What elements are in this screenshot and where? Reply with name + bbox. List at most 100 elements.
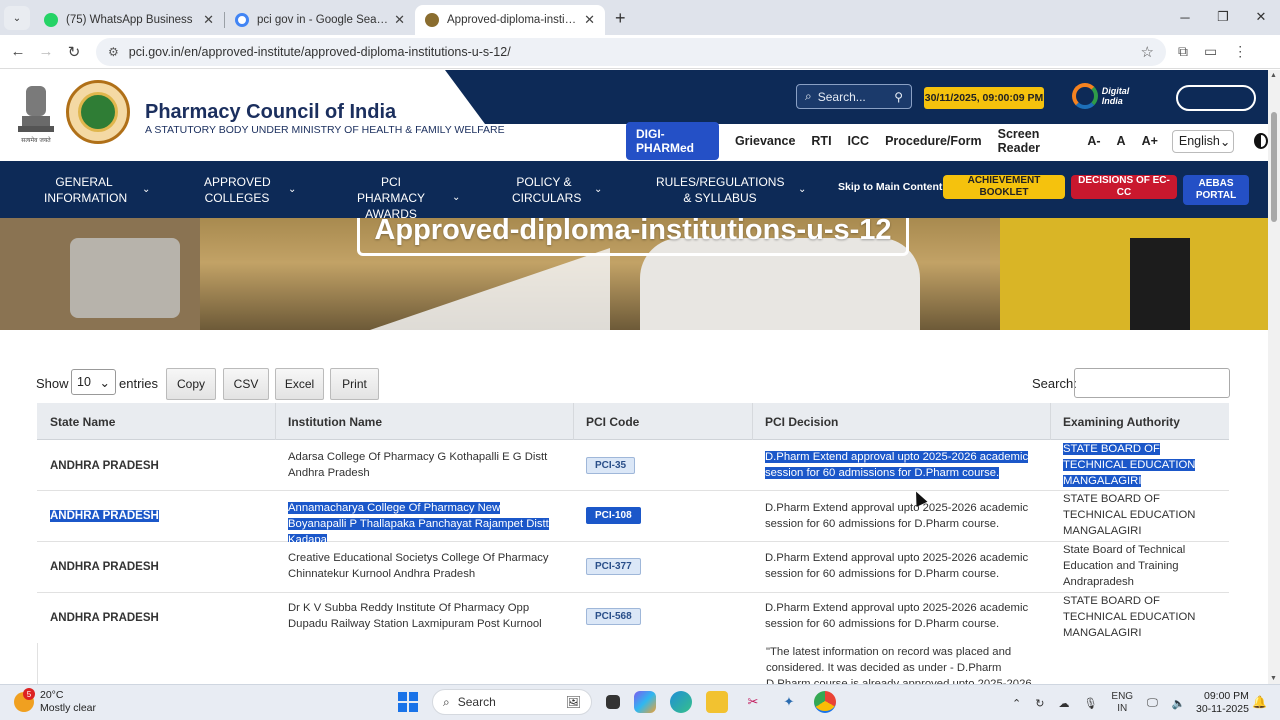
scroll-up-icon[interactable]: ▲ xyxy=(1270,72,1277,79)
microphone-icon[interactable]: 🎙 xyxy=(1083,697,1097,710)
weather-badge: 5 xyxy=(23,688,35,700)
close-window-icon[interactable]: ✕ xyxy=(1242,0,1280,34)
site-title: Pharmacy Council of India xyxy=(145,101,397,123)
digi-pharmed-button[interactable]: DIGI-PHARMed xyxy=(626,122,719,160)
close-icon[interactable]: ✕ xyxy=(203,12,214,28)
lang-bottom: IN xyxy=(1117,703,1128,714)
grievance-link[interactable]: Grievance xyxy=(735,134,795,148)
nav-policy-circulars[interactable]: POLICY & CIRCULARS ⌄ xyxy=(512,174,602,206)
icc-link[interactable]: ICC xyxy=(848,134,870,148)
procedure-form-link[interactable]: Procedure/Form xyxy=(885,134,982,148)
tab-google-search[interactable]: pci gov in - Google Search ✕ xyxy=(225,5,415,35)
nav-approved-colleges[interactable]: APPROVED COLLEGES ⌄ xyxy=(204,174,296,206)
excel-button[interactable]: Excel xyxy=(275,368,324,400)
copilot-icon[interactable] xyxy=(634,691,656,713)
tab-whatsapp[interactable]: (75) WhatsApp Business ✕ xyxy=(34,5,224,35)
snipping-tool-icon[interactable]: ✂ xyxy=(742,691,764,713)
language-select[interactable]: English ⌄ xyxy=(1171,129,1234,153)
task-view-icon[interactable] xyxy=(606,695,620,709)
state-cell: ANDHRA PRADESH xyxy=(50,612,159,624)
glasses-icon xyxy=(1176,85,1256,111)
swachh-bharat-logo[interactable] xyxy=(1172,78,1260,118)
chevron-up-icon[interactable]: ⌃ xyxy=(1012,697,1021,710)
taskbar-clock[interactable]: 09:00 PM 30-11-2025 xyxy=(1196,690,1249,716)
speaker-icon[interactable]: 🔈 xyxy=(1172,697,1186,710)
digital-india-logo[interactable]: Digital India xyxy=(1072,78,1152,114)
nav-pci-pharmacy-awards[interactable]: PCI PHARMACY AWARDS ⌄ xyxy=(348,174,460,222)
digital-india-icon xyxy=(1072,83,1098,109)
forward-icon[interactable]: → xyxy=(32,43,60,60)
close-icon[interactable]: ✕ xyxy=(394,12,405,28)
cloud-icon[interactable]: ☁ xyxy=(1058,697,1069,710)
windows-taskbar: 5 20°C Mostly clear ⌕ Search 🖼 ✂ ✦ ⌃ ↻ ☁… xyxy=(0,684,1280,720)
copy-button[interactable]: Copy xyxy=(166,368,216,400)
site-search-input[interactable]: ⌕ Search... ⚲ xyxy=(796,84,912,109)
authority-cell: State Board of Technical Education and T… xyxy=(1063,544,1186,588)
pci-code-badge: PCI-35 xyxy=(586,457,636,474)
site-info-icon[interactable]: ⚙ xyxy=(108,45,119,59)
back-icon[interactable]: ← xyxy=(4,43,32,60)
site-header: सत्यमेव जयते Pharmacy Council of India A… xyxy=(0,70,1268,161)
taskbar-search[interactable]: ⌕ Search 🖼 xyxy=(432,689,592,715)
windows-start-icon[interactable] xyxy=(398,692,418,712)
reload-icon[interactable]: ↻ xyxy=(60,43,88,61)
bookmark-star-icon[interactable]: ☆ xyxy=(1141,43,1154,61)
page-scrollbar[interactable]: ▲ ▼ xyxy=(1268,70,1280,684)
search-placeholder: Search... xyxy=(817,89,866,104)
chevron-down-icon: ⌄ xyxy=(288,184,297,195)
state-text: ANDHRA PRADESH xyxy=(50,510,159,522)
edge-icon[interactable] xyxy=(670,691,692,713)
table-controls: Show 10 ⌄ entries Copy CSV Excel Print S… xyxy=(36,368,1230,400)
page-title: Approved-diploma-institutions-u-s-12 xyxy=(357,218,909,256)
more-menu-icon[interactable]: ⋮ xyxy=(1233,43,1247,60)
close-icon[interactable]: ✕ xyxy=(584,12,595,28)
contrast-toggle-icon[interactable] xyxy=(1253,133,1268,149)
extensions-icon[interactable]: ⧉ xyxy=(1178,43,1188,60)
decision-text: D.Pharm Extend approval upto 2025-2026 a… xyxy=(765,451,1029,479)
font-increase-button[interactable]: A+ xyxy=(1142,134,1158,148)
column-header-state[interactable]: State Name xyxy=(50,415,115,429)
decisions-ec-cc-button[interactable]: DECISIONS OF EC-CC xyxy=(1071,175,1177,199)
tab-search-menu-button[interactable]: ⌄ xyxy=(4,6,30,30)
chevron-down-icon: ⌄ xyxy=(594,184,603,195)
csv-button[interactable]: CSV xyxy=(223,368,269,400)
skip-to-main-link[interactable]: Skip to Main Content xyxy=(838,181,942,193)
achievement-booklet-button[interactable]: ACHIEVEMENT BOOKLET xyxy=(943,175,1065,199)
institution-text: Annamacharya College Of Pharmacy New Boy… xyxy=(288,502,549,546)
nav-rules-regulations[interactable]: RULES/REGULATIONS & SYLLABUS ⌄ xyxy=(656,174,806,206)
column-header-examining-authority[interactable]: Examining Authority xyxy=(1063,415,1180,429)
column-divider xyxy=(1050,403,1051,440)
notification-icon[interactable]: 🔔 xyxy=(1252,695,1267,709)
entries-length-select[interactable]: 10 ⌄ xyxy=(71,369,116,395)
search-submit-icon[interactable]: ⚲ xyxy=(894,90,903,104)
rti-link[interactable]: RTI xyxy=(811,134,831,148)
monitor-icon[interactable]: 🖵 xyxy=(1147,697,1158,710)
column-header-pci-decision[interactable]: PCI Decision xyxy=(765,415,838,429)
table-row: "The latest information on record was pl… xyxy=(37,643,1229,684)
print-button[interactable]: Print xyxy=(330,368,379,400)
scroll-down-icon[interactable]: ▼ xyxy=(1270,675,1277,682)
new-tab-button[interactable]: + xyxy=(605,8,636,35)
table-search-input[interactable] xyxy=(1074,368,1230,398)
chrome-icon[interactable] xyxy=(814,691,836,713)
input-language-indicator[interactable]: ENG IN xyxy=(1111,691,1133,715)
screen-reader-link[interactable]: Screen Reader xyxy=(998,127,1072,155)
font-normal-button[interactable]: A xyxy=(1117,134,1126,148)
url-field[interactable]: ⚙ pci.gov.in/en/approved-institute/appro… xyxy=(96,37,1166,66)
nav-general-information[interactable]: GENERAL INFORMATION ⌄ xyxy=(44,174,150,206)
main-navbar: GENERAL INFORMATION ⌄ APPROVED COLLEGES … xyxy=(0,161,1268,221)
sync-icon[interactable]: ↻ xyxy=(1035,697,1044,710)
app-icon[interactable]: ✦ xyxy=(778,691,800,713)
aebas-portal-button[interactable]: AEBAS PORTAL xyxy=(1183,175,1249,205)
restore-icon[interactable]: ❐ xyxy=(1204,0,1242,34)
minimize-icon[interactable]: ─ xyxy=(1166,0,1204,34)
tab-approved-diploma[interactable]: Approved-diploma-institutions ✕ xyxy=(415,5,605,35)
file-explorer-icon[interactable] xyxy=(706,691,728,713)
font-decrease-button[interactable]: A- xyxy=(1087,134,1100,148)
weather-widget[interactable]: 5 20°C Mostly clear xyxy=(14,688,96,715)
profile-icon[interactable]: ▭ xyxy=(1204,43,1217,60)
column-header-institution[interactable]: Institution Name xyxy=(288,415,382,429)
search-highlight-icon: 🖼 xyxy=(565,695,581,709)
column-header-pci-code[interactable]: PCI Code xyxy=(586,415,639,429)
scrollbar-thumb[interactable] xyxy=(1271,112,1277,222)
